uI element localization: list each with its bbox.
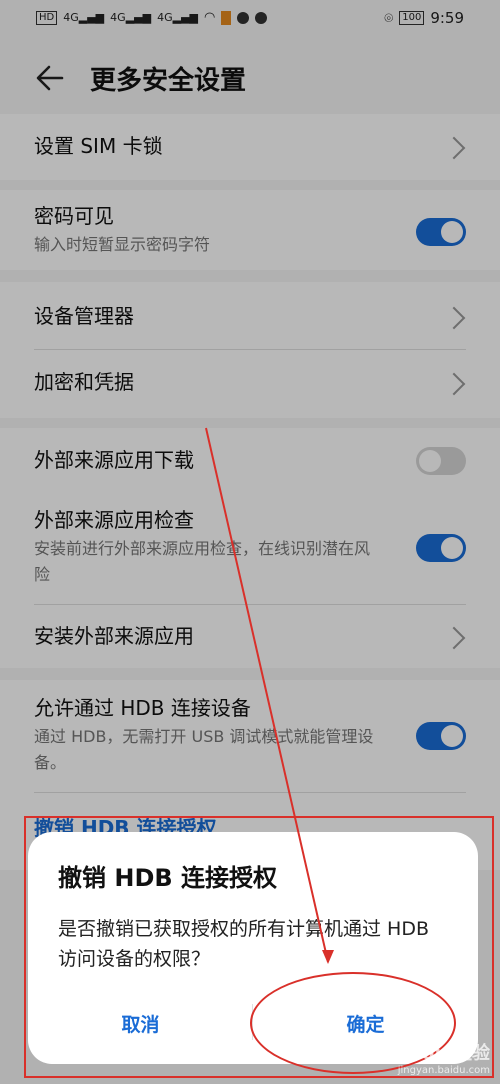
annotation-arrow xyxy=(205,427,334,964)
watermark-brand: Baidu 经验 xyxy=(389,1043,490,1064)
watermark: Baidu 经验 jingyan.baidu.com xyxy=(390,1039,490,1076)
watermark-site: jingyan.baidu.com xyxy=(397,1065,490,1076)
